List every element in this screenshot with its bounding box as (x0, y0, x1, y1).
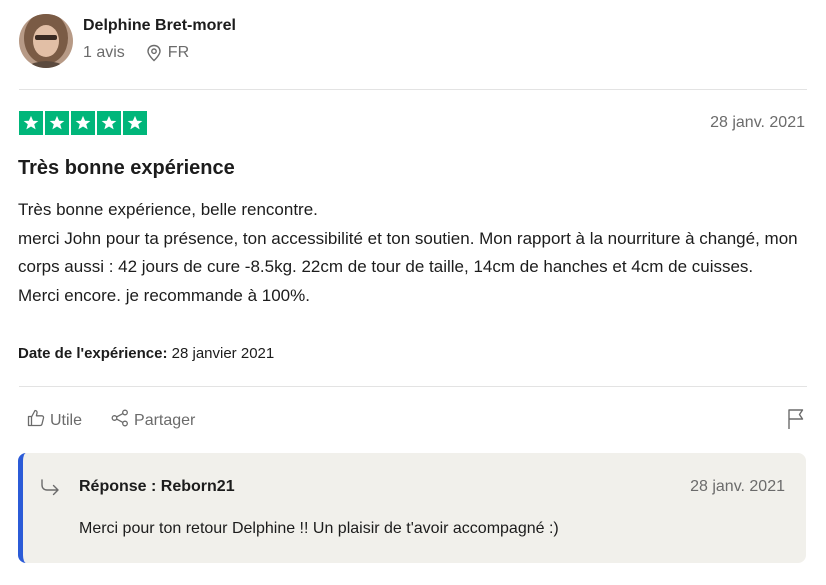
reply-arrow-icon (40, 477, 62, 502)
location-pin-icon (146, 44, 162, 62)
useful-label: Utile (50, 411, 83, 429)
reviews-count: 1 avis (83, 44, 125, 61)
header-divider (19, 89, 807, 90)
flag-icon (786, 409, 806, 434)
star-icon (71, 111, 95, 135)
reply-header: Réponse : Reborn21 (79, 478, 235, 495)
company-reply: Réponse : Reborn21 28 janv. 2021 Merci p… (18, 453, 806, 563)
star-icon (45, 111, 69, 135)
experience-date-value: 28 janvier 2021 (171, 345, 275, 362)
star-icon (123, 111, 147, 135)
avatar[interactable] (19, 14, 73, 68)
avatar-photo (19, 14, 73, 68)
reviewer-name[interactable]: Delphine Bret-morel (83, 17, 236, 35)
review-body-line: Très bonne expérience, belle rencontre. (18, 200, 318, 219)
useful-button[interactable]: Utile (26, 408, 82, 433)
review-actions: Utile Partager (26, 408, 195, 433)
review-body-line: Merci encore. je recommande à 100%. (18, 285, 310, 305)
reviewer-country: FR (167, 44, 190, 61)
review-body-line: merci John pour ta présence, ton accessi… (18, 228, 798, 277)
review-body: Très bonne expérience, belle rencontre. … (18, 196, 818, 310)
review-title[interactable]: Très bonne expérience (18, 157, 235, 180)
share-label: Partager (134, 411, 196, 429)
report-flag-button[interactable] (786, 408, 806, 435)
thumbs-up-icon (26, 408, 50, 433)
share-button[interactable]: Partager (110, 408, 195, 433)
star-icon (97, 111, 121, 135)
experience-date-label: Date de l'expérience: (18, 345, 168, 362)
star-icon (19, 111, 43, 135)
reviewer-meta: 1 avis FR (83, 44, 189, 62)
reply-text: Merci pour ton retour Delphine !! Un pla… (79, 520, 559, 537)
experience-date: Date de l'expérience: 28 janvier 2021 (18, 345, 274, 362)
share-icon (110, 408, 134, 433)
star-rating (19, 111, 147, 135)
actions-divider (19, 386, 807, 387)
review-date: 28 janv. 2021 (710, 114, 805, 131)
reply-date: 28 janv. 2021 (690, 478, 785, 495)
